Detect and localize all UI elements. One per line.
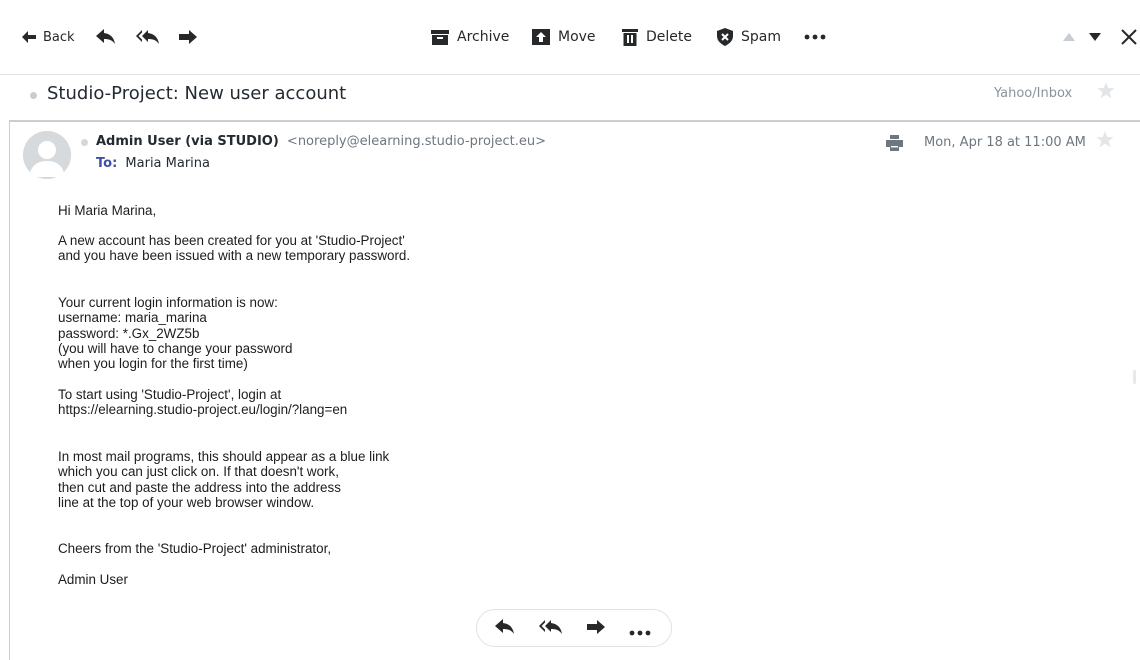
close-icon bbox=[1121, 29, 1137, 45]
archive-icon bbox=[431, 29, 449, 45]
sender-name[interactable]: Admin User (via STUDIO) bbox=[96, 134, 279, 149]
reply-all-icon[interactable] bbox=[539, 619, 563, 639]
body-line: To start using 'Studio-Project', login a… bbox=[58, 387, 282, 402]
trash-icon bbox=[622, 28, 638, 46]
reply-button[interactable] bbox=[96, 25, 116, 49]
archive-button[interactable]: Archive bbox=[431, 25, 509, 49]
body-signature: Admin User bbox=[58, 572, 128, 587]
move-folder-icon bbox=[532, 29, 550, 45]
to-label: To: bbox=[96, 156, 118, 171]
forward-button[interactable] bbox=[179, 25, 197, 49]
spam-button[interactable]: Spam bbox=[717, 25, 781, 49]
sender-avatar[interactable] bbox=[23, 131, 71, 179]
reply-icon[interactable] bbox=[495, 619, 515, 639]
folder-label[interactable]: Yahoo/Inbox bbox=[994, 86, 1072, 101]
delete-button[interactable]: Delete bbox=[622, 25, 692, 49]
previous-message-button[interactable] bbox=[1063, 25, 1075, 49]
move-label: Move bbox=[558, 29, 596, 45]
star-icon[interactable] bbox=[1097, 82, 1115, 103]
body-line: which you can just click on. If that doe… bbox=[58, 464, 339, 480]
forward-icon bbox=[179, 30, 197, 44]
body-paragraph-login-url: To start using 'Studio-Project', login a… bbox=[58, 387, 347, 418]
archive-label: Archive bbox=[457, 29, 510, 45]
message-toolbar: Back Archive Move Delete Spam bbox=[0, 0, 1140, 74]
body-line-password: password: *.Gx_2WZ5b bbox=[58, 325, 200, 341]
back-button[interactable]: Back bbox=[22, 25, 75, 49]
next-message-button[interactable] bbox=[1089, 25, 1101, 49]
recipient-line: To: Maria Marina bbox=[96, 156, 210, 171]
body-line-username: username: maria_marina bbox=[58, 310, 207, 326]
body-line: (you will have to change your password bbox=[58, 340, 293, 356]
print-icon[interactable] bbox=[886, 135, 903, 155]
message-subject: Studio-Project: New user account bbox=[47, 83, 347, 104]
body-line: line at the top of your web browser wind… bbox=[58, 494, 315, 510]
sender-status-dot bbox=[81, 139, 88, 146]
scrollbar-thumb[interactable] bbox=[1133, 370, 1136, 384]
body-line: Your current login information is now: bbox=[58, 295, 278, 310]
back-label: Back bbox=[43, 29, 75, 45]
sender-line: Admin User (via STUDIO) <noreply@elearni… bbox=[96, 134, 546, 149]
body-line: when you login for the first time) bbox=[58, 356, 248, 372]
message-star-icon[interactable] bbox=[1096, 131, 1114, 152]
delete-label: Delete bbox=[646, 29, 692, 45]
reply-icon bbox=[96, 29, 116, 45]
quick-actions-bar bbox=[476, 609, 672, 647]
forward-icon[interactable] bbox=[587, 619, 605, 638]
reply-all-button[interactable] bbox=[136, 25, 160, 49]
sender-email[interactable]: <noreply@elearning.studio-project.eu> bbox=[287, 134, 546, 149]
move-button[interactable]: Move bbox=[532, 25, 596, 49]
body-paragraph-login-info: Your current login information is now: u… bbox=[58, 295, 292, 371]
body-line-url: https://elearning.studio-project.eu/logi… bbox=[58, 402, 348, 418]
more-dots-icon bbox=[804, 34, 826, 40]
close-button[interactable] bbox=[1121, 25, 1137, 49]
more-dots-icon[interactable] bbox=[629, 621, 651, 640]
body-paragraph-instructions: In most mail programs, this should appea… bbox=[58, 449, 389, 510]
read-status-dot[interactable] bbox=[30, 92, 37, 99]
message-date: Mon, Apr 18 at 11:00 AM bbox=[924, 135, 1086, 150]
arrow-left-icon bbox=[22, 31, 36, 43]
reply-all-icon bbox=[136, 29, 160, 45]
more-actions-button[interactable] bbox=[804, 25, 826, 49]
subject-bar: Studio-Project: New user account Yahoo/I… bbox=[0, 74, 1140, 116]
body-greeting: Hi Maria Marina, bbox=[58, 203, 157, 218]
body-line: A new account has been created for you a… bbox=[58, 233, 405, 248]
spam-label: Spam bbox=[741, 29, 781, 45]
body-line: then cut and paste the address into the … bbox=[58, 479, 341, 495]
triangle-down-icon bbox=[1089, 33, 1101, 41]
triangle-up-icon bbox=[1063, 33, 1075, 41]
body-line: In most mail programs, this should appea… bbox=[58, 449, 390, 464]
shield-x-icon bbox=[717, 28, 733, 46]
body-paragraph-account: A new account has been created for you a… bbox=[58, 233, 410, 264]
body-closing: Cheers from the 'Studio-Project' adminis… bbox=[58, 541, 332, 556]
recipient-name[interactable]: Maria Marina bbox=[125, 156, 210, 171]
body-line: and you have been issued with a new temp… bbox=[58, 248, 411, 264]
